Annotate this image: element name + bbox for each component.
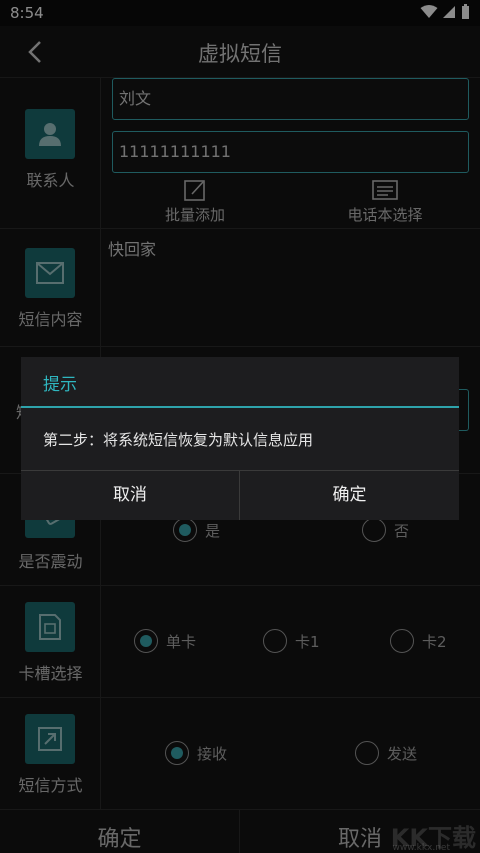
dialog-title-divider — [21, 406, 459, 408]
dialog-cancel-button[interactable]: 取消 — [21, 471, 239, 520]
dialog-message: 第二步：将系统短信恢复为默认信息应用 — [43, 431, 314, 449]
dialog-title: 提示 — [43, 375, 77, 395]
prompt-dialog: 提示 第二步：将系统短信恢复为默认信息应用 取消 确定 — [21, 357, 459, 520]
dialog-confirm-button[interactable]: 确定 — [240, 471, 459, 520]
